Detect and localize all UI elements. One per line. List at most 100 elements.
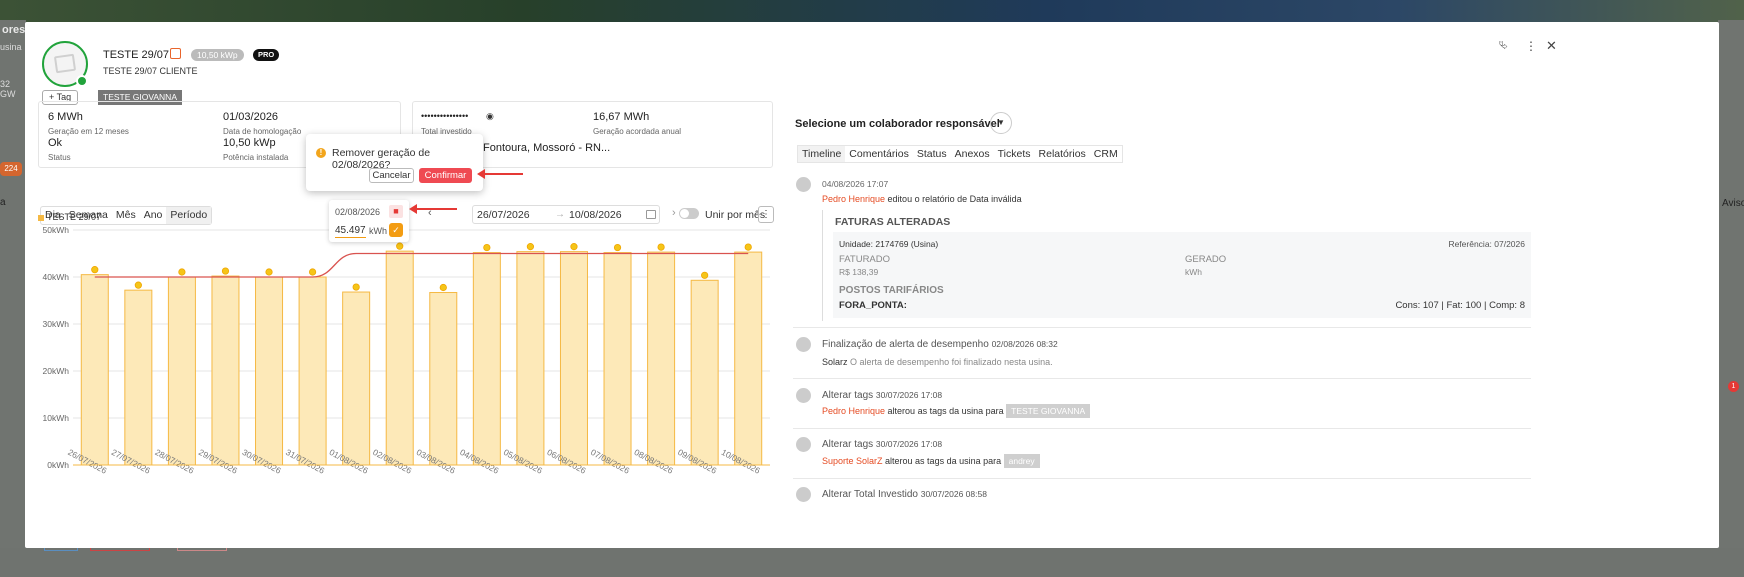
more-icon[interactable]: ⋮ <box>1525 39 1537 53</box>
bar[interactable] <box>559 251 588 466</box>
entry3-user[interactable]: Pedro Henrique <box>822 406 885 416</box>
weather-sun-icon <box>570 243 578 251</box>
bar[interactable] <box>80 274 109 466</box>
tab-tickets[interactable]: Tickets <box>994 146 1035 162</box>
bar[interactable] <box>647 251 676 466</box>
weather-sun-icon <box>439 283 447 292</box>
plant-title: TESTE 29/07 <box>103 49 170 61</box>
bar[interactable] <box>429 292 458 466</box>
weather-sun-icon <box>657 243 665 251</box>
fora-ponta-value: Cons: 107 | Fat: 100 | Comp: 8 <box>1395 300 1525 311</box>
pro-badge: PRO <box>253 49 280 61</box>
gerado-label: GERADO <box>1185 254 1227 265</box>
power-label: Potência instalada <box>223 153 289 162</box>
share-icon[interactable]: ⮱ <box>1499 40 1508 53</box>
entry1-desc: editou o relatório de Data inválida <box>885 194 1022 204</box>
right-tabs: Timeline Comentários Status Anexos Ticke… <box>797 145 1123 163</box>
background-left-panel: ores usina 32 GW 224 a <box>0 20 26 577</box>
entry3-date: 30/07/2026 17:08 <box>875 390 943 400</box>
gerado-value: kWh <box>1185 267 1202 277</box>
bar[interactable] <box>385 250 414 466</box>
entry4-title: Alterar tags <box>822 439 874 450</box>
tab-timeline[interactable]: Timeline <box>798 146 846 162</box>
bar[interactable] <box>298 276 327 466</box>
bar[interactable] <box>472 252 501 466</box>
bar[interactable] <box>516 251 545 466</box>
entry5-date: 30/07/2026 08:58 <box>920 489 987 499</box>
arrow-annotation-confirm <box>477 169 523 179</box>
weather-sun-icon <box>134 281 142 289</box>
weather-sun-icon <box>91 266 99 274</box>
agreed-label: Geração acordada anual <box>593 127 682 136</box>
user-avatar <box>796 437 811 452</box>
tab-status[interactable]: Status <box>913 146 951 162</box>
background-right-panel: Aviso 1 <box>1718 20 1744 577</box>
background-aviso: Aviso <box>1722 198 1744 209</box>
plant-avatar <box>42 41 88 87</box>
plant-modal: TESTE 29/07 10,50 kWp PRO TESTE 29/07 CL… <box>25 22 1719 548</box>
referencia: Referência: 07/2026 <box>1448 239 1525 249</box>
bar[interactable] <box>603 252 632 466</box>
postos-title: POSTOS TARIFÁRIOS <box>839 285 944 296</box>
document-icon <box>53 53 77 74</box>
weather-sun-icon <box>701 271 709 279</box>
status-label: Status <box>48 153 71 162</box>
cancel-button[interactable]: Cancelar <box>369 168 414 183</box>
user-avatar <box>796 388 811 403</box>
homolog-value: 01/03/2026 <box>223 111 279 123</box>
entry2-title: Finalização de alerta de desempenho <box>822 339 989 350</box>
bar[interactable] <box>342 291 371 466</box>
bar[interactable] <box>690 279 719 466</box>
entry4-text: Suporte SolarZ alterou as tags da usina … <box>822 454 1040 468</box>
faturado-value: R$ 138,39 <box>839 267 879 277</box>
y-tick-label: 20kWh <box>43 366 70 376</box>
weather-sun-icon <box>178 268 186 276</box>
edit-value-input[interactable]: 45.497 <box>335 225 366 238</box>
entry4-chip: andrey <box>1003 454 1040 468</box>
eye-icon[interactable]: ◉ <box>486 111 494 122</box>
entry4-desc: alterou as tags da usina para <box>882 456 1002 466</box>
entry3-title: Alterar tags <box>822 390 874 401</box>
user-avatar <box>796 177 811 192</box>
bar[interactable] <box>734 251 763 466</box>
entry3-text: Pedro Henrique alterou as tags da usina … <box>822 404 1091 418</box>
entry4-date: 30/07/2026 17:08 <box>875 439 943 449</box>
status-value: Ok <box>48 137 63 149</box>
bar[interactable] <box>255 276 284 466</box>
entry1-user[interactable]: Pedro Henrique <box>822 194 885 204</box>
entry2-text: Solarz O alerta de desempenho foi finali… <box>822 357 1053 367</box>
bar[interactable] <box>167 276 196 466</box>
background-badge: 224 <box>0 162 22 176</box>
fora-ponta-label: FORA_PONTA: <box>839 300 907 311</box>
unidade: Unidade: 2174769 (Usina) <box>839 239 939 249</box>
entry2-desc: O alerta de desempenho foi finalizado ne… <box>847 357 1053 367</box>
confirm-button[interactable]: Confirmar <box>419 168 472 183</box>
y-tick-label: 0kWh <box>47 460 69 470</box>
weather-sun-icon <box>613 243 622 252</box>
tab-anexos[interactable]: Anexos <box>951 146 994 162</box>
entry3-chip: TESTE GIOVANNA <box>1006 404 1091 418</box>
entry4-header: Alterar tags 30/07/2026 17:08 <box>822 439 942 450</box>
arrow-annotation-trash <box>409 204 457 214</box>
check-icon[interactable]: ✓ <box>389 223 403 237</box>
tab-comentarios[interactable]: Comentários <box>845 146 913 162</box>
weather-sun-icon <box>352 283 360 291</box>
timeline-divider <box>793 428 1531 429</box>
close-icon[interactable]: ✕ <box>1546 38 1557 54</box>
faturas-box: Unidade: 2174769 (Usina) Referência: 07/… <box>833 232 1531 318</box>
entry3-header: Alterar tags 30/07/2026 17:08 <box>822 390 942 401</box>
tab-crm[interactable]: CRM <box>1090 146 1122 162</box>
faturas-title: FATURAS ALTERADAS <box>835 216 951 228</box>
trash-icon[interactable]: ■ <box>389 205 403 218</box>
background-notif-badge: 1 <box>1728 381 1739 392</box>
entry4-user[interactable]: Suporte SolarZ <box>822 456 883 466</box>
external-link-icon[interactable] <box>170 48 181 59</box>
bar[interactable] <box>124 289 153 466</box>
bar[interactable] <box>211 275 240 466</box>
weather-sun-icon <box>526 243 535 251</box>
kwp-badge: 10,50 kWp <box>191 49 244 61</box>
y-tick-label: 50kWh <box>43 225 70 235</box>
tab-relatorios[interactable]: Relatórios <box>1035 146 1090 162</box>
timeline-divider <box>793 327 1531 328</box>
collaborator-dropdown[interactable]: ▼ <box>990 112 1012 134</box>
